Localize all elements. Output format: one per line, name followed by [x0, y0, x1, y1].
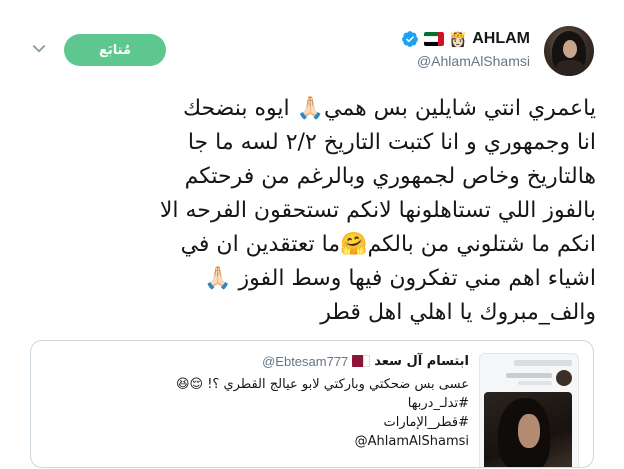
- quoted-author-row[interactable]: ابتسام آل سعد @Ebtesam777: [262, 351, 469, 371]
- qatar-flag-icon: [352, 355, 371, 367]
- hashtag-link[interactable]: #تدلـ_دربها: [49, 394, 469, 413]
- tweet-line: والف_مبروك يا اهلي اهل قطر: [320, 300, 596, 325]
- tweet-text: ياعمري انتي شايلين بس همي🙏🏻 ايوه بنضحك ا…: [36, 92, 596, 330]
- quoted-tweet-text: عسى بس ضحكتي وباركتي لابو عيالج القطري ؟…: [49, 375, 469, 451]
- following-button[interactable]: مُتابَع: [64, 34, 166, 66]
- author-name[interactable]: AHLAM: [472, 30, 530, 48]
- avatar[interactable]: [544, 26, 594, 76]
- quoted-tweet-image[interactable]: [479, 353, 579, 467]
- tweet-line: ياعمري انتي شايلين بس همي🙏🏻 ايوه بنضحك: [182, 96, 596, 121]
- tweet-line: انكم ما شتلوني من بالكم🤗ما تعتقدين ان في: [180, 232, 596, 257]
- princess-emoji-icon: 👸🏻: [448, 29, 468, 48]
- tweet-line: بالفوز اللي تستاهلونها لانكم تستحقون الف…: [159, 198, 596, 223]
- author-handle[interactable]: @AhlamAlShamsi: [417, 53, 530, 69]
- uae-flag-icon: [423, 32, 444, 46]
- tweet-header: AHLAM 👸🏻 @AhlamAlShamsi مُتابَع: [0, 0, 624, 90]
- quoted-tweet[interactable]: ابتسام آل سعد @Ebtesam777 عسى بس ضحكتي و…: [30, 340, 594, 468]
- quoted-author-handle[interactable]: @Ebtesam777: [262, 354, 348, 369]
- tweet-line: اشياء اهم مني تفكرون فيها وسط الفوز 🙏🏻: [204, 266, 596, 291]
- quoted-author-name[interactable]: ابتسام آل سعد: [374, 354, 469, 369]
- chevron-down-icon[interactable]: [30, 40, 48, 58]
- tweet-line: انا وجمهوري و انا كتبت التاريخ ٢/٢ لسه م…: [187, 130, 596, 155]
- tweet-line: هالتاريخ وخاص لجمهوري وبالرغم من فرحتكم: [184, 164, 596, 189]
- hashtag-link[interactable]: #قطر_الإمارات: [49, 413, 469, 432]
- quoted-line: عسى بس ضحكتي وباركتي لابو عيالج القطري ؟…: [175, 377, 469, 392]
- mention-link[interactable]: @AhlamAlShamsi: [49, 432, 469, 451]
- author-name-row[interactable]: AHLAM 👸🏻: [401, 28, 530, 50]
- verified-badge-icon: [401, 31, 418, 47]
